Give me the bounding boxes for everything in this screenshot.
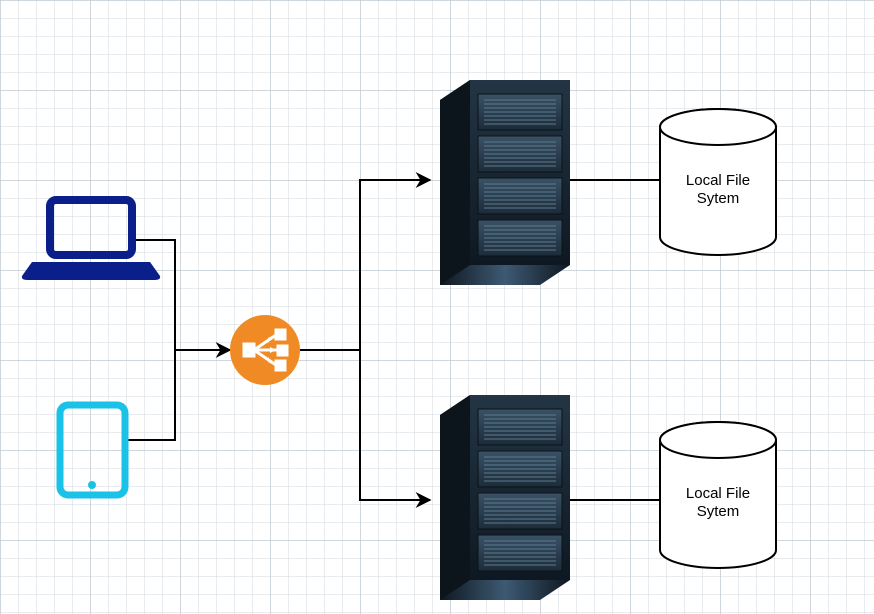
database-top	[660, 109, 776, 255]
database-top-label-line1: Local File	[686, 172, 750, 189]
database-bottom-label-line1: Local File	[686, 485, 750, 502]
tablet-icon	[60, 405, 125, 495]
server-bottom-icon	[440, 395, 570, 600]
diagram-canvas: Local File Sytem Local File Sytem	[0, 0, 874, 614]
load-balancer-icon	[230, 315, 300, 385]
database-bottom	[660, 422, 776, 568]
server-top-icon	[440, 80, 570, 285]
laptop-icon	[22, 200, 160, 280]
database-bottom-label-line2: Sytem	[697, 503, 740, 520]
database-top-label-line2: Sytem	[697, 190, 740, 207]
